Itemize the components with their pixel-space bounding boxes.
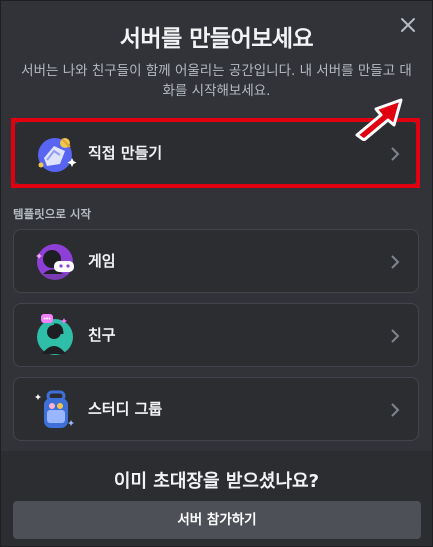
create-my-own-button[interactable]: 직접 만들기: [13, 121, 419, 185]
template-label: 스터디 그룹: [88, 400, 163, 418]
create-my-own-label: 직접 만들기: [88, 144, 163, 162]
chevron-right-icon: [390, 402, 400, 418]
template-label: 친구: [88, 326, 116, 344]
templates-section-label: 템플릿으로 시작: [13, 207, 92, 221]
gaming-icon: [32, 238, 78, 284]
study-group-icon: [32, 386, 78, 432]
chevron-right-icon: [390, 146, 400, 162]
template-study-group-button[interactable]: 스터디 그룹: [13, 377, 419, 441]
template-label: 게임: [88, 252, 116, 270]
create-server-modal: 서버를 만들어보세요 서버는 나와 친구들이 함께 어울리는 공간입니다. 내 …: [0, 0, 433, 547]
create-server-icon: [32, 130, 78, 176]
modal-subtitle: 서버는 나와 친구들이 함께 어울리는 공간입니다. 내 서버를 만들고 대화를…: [21, 63, 412, 99]
chevron-right-icon: [390, 254, 400, 270]
friends-icon: [32, 312, 78, 358]
modal-footer: 이미 초대장을 받으셨나요? 서버 참가하기: [1, 451, 432, 546]
join-server-button[interactable]: 서버 참가하기: [13, 501, 421, 539]
modal-title: 서버를 만들어보세요: [119, 26, 314, 52]
template-friends-button[interactable]: 친구: [13, 303, 419, 367]
invite-prompt: 이미 초대장을 받으셨나요?: [113, 471, 320, 492]
template-gaming-button[interactable]: 게임: [13, 229, 419, 293]
chevron-right-icon: [390, 328, 400, 344]
